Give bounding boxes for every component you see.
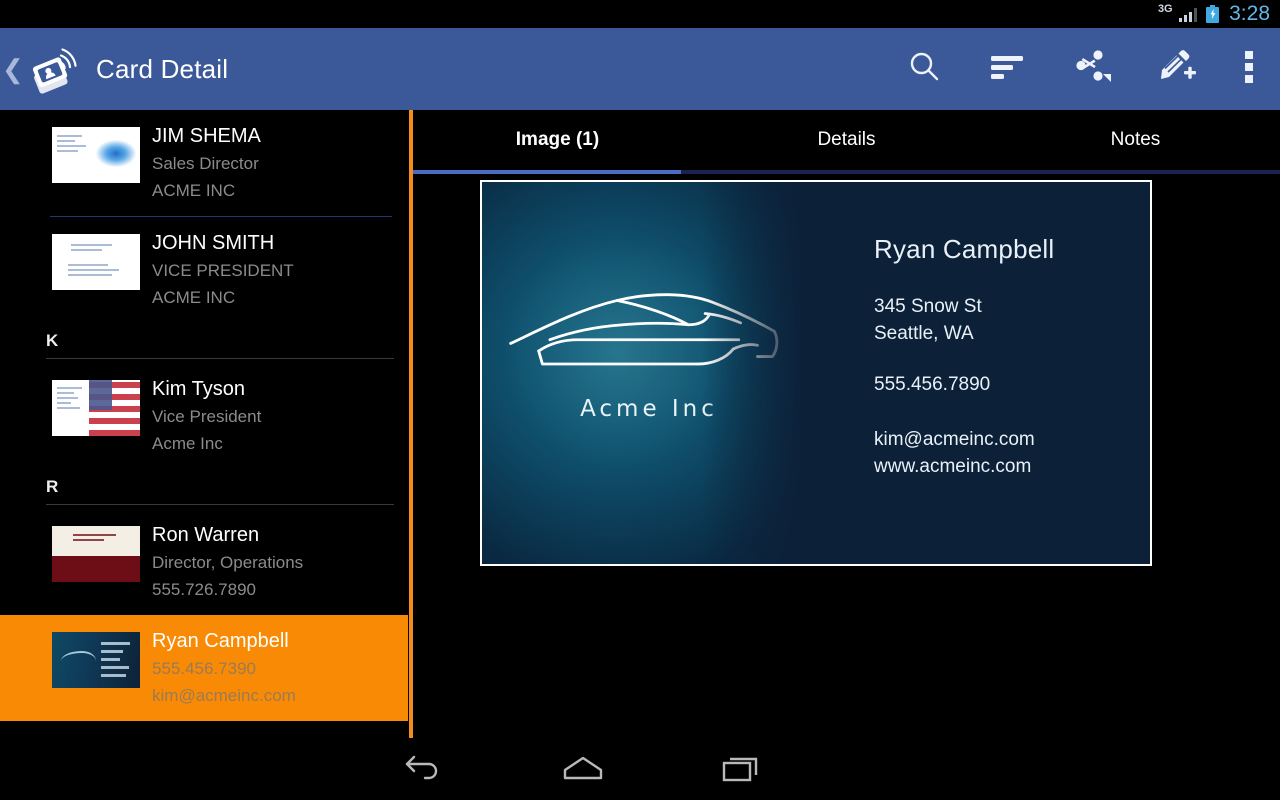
network-type-label: 3G: [1157, 2, 1173, 15]
card-website: www.acmeinc.com: [874, 456, 1032, 477]
list-item[interactable]: Kim Tyson Vice President Acme Inc: [0, 363, 408, 469]
android-screen: 3G 3:28 ❮ Card Detail JIM SHEMA Sales Di…: [0, 0, 1280, 800]
section-letter: R: [46, 477, 59, 496]
tab-indicator-strip: [413, 170, 1280, 174]
sports-car-outline-icon: [509, 292, 779, 365]
tab-details[interactable]: Details: [702, 110, 991, 170]
add-card-icon: [1155, 47, 1197, 92]
card-thumbnail: [52, 234, 140, 290]
section-header: R: [0, 469, 408, 509]
card-info-panel: Ryan Campbell 345 Snow St Seattle, WA 55…: [816, 182, 1150, 564]
list-item-phone: 555.456.7390: [152, 659, 256, 678]
card-thumbnail: [52, 526, 140, 582]
card-address-line2: Seattle, WA: [874, 323, 974, 344]
list-item-name: JOHN SMITH: [152, 232, 275, 254]
list-item-title: Sales Director: [152, 154, 259, 173]
overflow-menu-icon: [1244, 50, 1254, 89]
section-header: K: [0, 323, 408, 363]
nav-home-icon: [560, 753, 606, 788]
card-thumbnail: [52, 127, 140, 183]
list-item[interactable]: JOHN SMITH VICE PRESIDENT ACME INC: [0, 217, 408, 323]
add-card-button[interactable]: [1134, 28, 1218, 110]
list-item-email: kim@acmeinc.com: [152, 686, 296, 705]
signal-bars-icon: [1178, 7, 1198, 22]
content-area: JIM SHEMA Sales Director ACME INC JOHN S…: [0, 110, 1280, 740]
list-item-title: VICE PRESIDENT: [152, 261, 294, 280]
list-item[interactable]: JIM SHEMA Sales Director ACME INC: [0, 110, 408, 216]
card-address-line1: 345 Snow St: [874, 296, 982, 317]
page-title: Card Detail: [96, 53, 229, 84]
tab-notes[interactable]: Notes: [991, 110, 1280, 170]
app-bar: ❮ Card Detail: [0, 28, 1280, 110]
nav-back-button[interactable]: [363, 740, 483, 800]
nav-recents-button[interactable]: [683, 740, 803, 800]
status-bar: 3G 3:28: [0, 0, 1280, 28]
card-thumbnail: [52, 380, 140, 436]
list-item-company: Acme Inc: [152, 434, 223, 453]
android-nav-bar: [0, 740, 1280, 800]
app-logo-cardscanner-icon[interactable]: [24, 40, 82, 98]
card-detail-pane: Image (1) Details Notes Acme Inc Ryan Ca…: [413, 110, 1280, 740]
tab-bar: Image (1) Details Notes: [413, 110, 1280, 170]
list-item-title: Vice President: [152, 407, 262, 426]
list-item-selected[interactable]: Ryan Campbell 555.456.7390 kim@acmeinc.c…: [0, 615, 408, 721]
overflow-menu-button[interactable]: [1218, 28, 1280, 110]
list-item-phone: 555.726.7890: [152, 580, 256, 599]
card-phone: 555.456.7890: [874, 374, 991, 395]
section-letter: K: [46, 331, 59, 350]
tab-image[interactable]: Image (1): [413, 110, 702, 170]
list-item-name: Kim Tyson: [152, 378, 245, 400]
contact-list[interactable]: JIM SHEMA Sales Director ACME INC JOHN S…: [0, 110, 408, 730]
share-icon: [1070, 47, 1114, 92]
search-button[interactable]: [882, 28, 966, 110]
back-chevron-icon[interactable]: ❮: [2, 56, 24, 82]
nav-back-icon: [402, 753, 444, 788]
search-icon: [905, 48, 943, 91]
sort-button[interactable]: [966, 28, 1050, 110]
app-bar-actions: [882, 28, 1280, 110]
battery-charging-icon: [1206, 5, 1220, 23]
card-email: kim@acmeinc.com: [874, 429, 1035, 450]
list-item[interactable]: Ron Warren Director, Operations 555.726.…: [0, 509, 408, 615]
list-item-title: Director, Operations: [152, 553, 304, 572]
list-item-name: Ryan Campbell: [152, 630, 289, 652]
card-thumbnail: [52, 632, 140, 688]
card-brand-text: Acme Inc: [580, 395, 718, 422]
list-item-company: ACME INC: [152, 288, 236, 307]
status-clock: 3:28: [1229, 2, 1270, 25]
card-contact-name: Ryan Campbell: [874, 234, 1055, 264]
tab-active-indicator: [413, 170, 681, 174]
nav-home-button[interactable]: [523, 740, 643, 800]
share-button[interactable]: [1050, 28, 1134, 110]
sort-icon: [989, 51, 1027, 88]
card-logo-panel: Acme Inc: [482, 182, 816, 564]
nav-recents-icon: [721, 752, 765, 789]
list-item-name: Ron Warren: [152, 524, 260, 546]
list-item-name: JIM SHEMA: [152, 125, 261, 147]
list-item-company: ACME INC: [152, 181, 236, 200]
business-card-image[interactable]: Acme Inc Ryan Campbell 345 Snow St Seatt…: [480, 180, 1152, 566]
